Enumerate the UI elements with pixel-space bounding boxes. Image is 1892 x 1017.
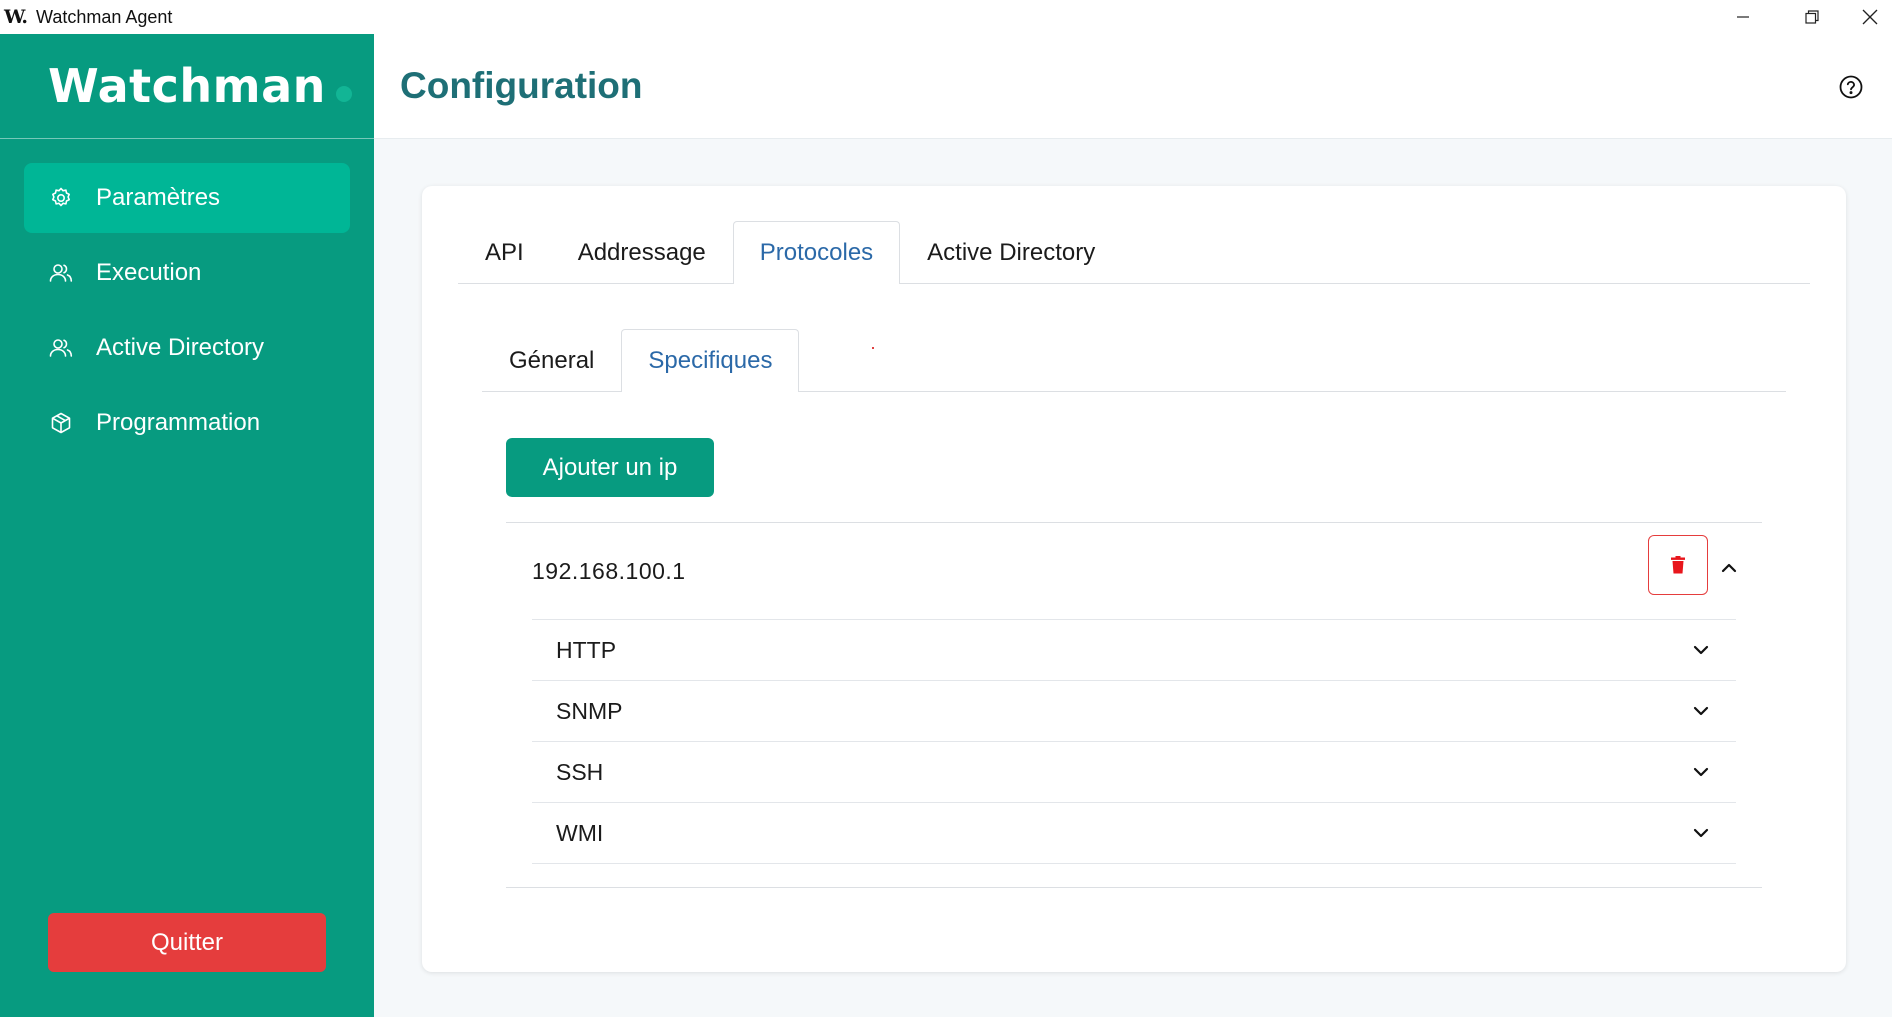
sidebar-nav: Paramètres Execution Active Directory Pr… bbox=[0, 163, 374, 458]
ip-accordion-header[interactable]: 192.168.100.1 bbox=[506, 523, 1762, 619]
help-circle-icon[interactable] bbox=[1838, 74, 1864, 100]
cube-icon bbox=[48, 410, 74, 436]
close-window-button[interactable] bbox=[1848, 0, 1892, 34]
sidebar-item-programmation[interactable]: Programmation bbox=[24, 388, 350, 458]
tab-protocoles[interactable]: Protocoles bbox=[732, 221, 901, 284]
sidebar-item-label: Programmation bbox=[96, 409, 261, 436]
protocol-label: WMI bbox=[556, 819, 604, 846]
chevron-down-icon bbox=[1690, 822, 1712, 844]
protocol-wmi[interactable]: WMI bbox=[532, 803, 1736, 864]
sidebar-item-active-directory[interactable]: Active Directory bbox=[24, 313, 350, 383]
restore-button[interactable] bbox=[1779, 0, 1845, 34]
ip-address: 192.168.100.1 bbox=[532, 557, 686, 584]
protocol-http[interactable]: HTTP bbox=[532, 620, 1736, 681]
stray-dot bbox=[872, 347, 874, 349]
add-ip-button[interactable]: Ajouter un ip bbox=[506, 438, 714, 497]
window-title: Watchman Agent bbox=[36, 6, 173, 27]
tab-general[interactable]: Géneral bbox=[482, 329, 621, 391]
ip-accordion-footer bbox=[506, 864, 1762, 888]
tab-addressage[interactable]: Addressage bbox=[551, 221, 733, 283]
protocol-list: HTTP SNMP SSH WMI bbox=[532, 619, 1736, 864]
protocol-snmp[interactable]: SNMP bbox=[532, 681, 1736, 742]
tab-api[interactable]: API bbox=[458, 221, 551, 283]
gear-icon bbox=[48, 185, 74, 211]
logo-dot bbox=[335, 86, 352, 102]
ip-accordion: 192.168.100.1 HTTP SNMP SSH WMI bbox=[506, 522, 1762, 888]
logo-text: Watchman bbox=[48, 59, 326, 113]
sidebar-item-execution[interactable]: Execution bbox=[24, 238, 350, 308]
chevron-down-icon bbox=[1690, 761, 1712, 783]
users-icon bbox=[48, 260, 74, 286]
window-titlebar: W. Watchman Agent bbox=[0, 0, 1892, 34]
page-header: Configuration bbox=[374, 34, 1892, 139]
sub-tabs: Géneral Specifiques bbox=[482, 329, 1786, 392]
sidebar-item-parametres[interactable]: Paramètres bbox=[24, 163, 350, 233]
main-tabs: API Addressage Protocoles Active Directo… bbox=[458, 221, 1810, 284]
sidebar: Watchman Paramètres Execution Active Dir… bbox=[0, 34, 374, 1017]
trash-icon bbox=[1671, 556, 1685, 574]
close-icon bbox=[1862, 9, 1878, 25]
page-title: Configuration bbox=[400, 65, 643, 106]
tab-specifiques[interactable]: Specifiques bbox=[621, 329, 800, 392]
sidebar-item-label: Active Directory bbox=[96, 334, 265, 361]
config-card: API Addressage Protocoles Active Directo… bbox=[422, 186, 1846, 972]
chevron-up-icon[interactable] bbox=[1718, 557, 1740, 579]
users-icon bbox=[48, 335, 74, 361]
quit-button[interactable]: Quitter bbox=[48, 913, 326, 972]
chevron-down-icon bbox=[1690, 639, 1712, 661]
sidebar-item-label: Execution bbox=[96, 259, 202, 286]
restore-icon bbox=[1805, 10, 1819, 24]
logo: Watchman bbox=[0, 34, 374, 139]
minimize-button[interactable] bbox=[1710, 0, 1776, 34]
protocol-label: SSH bbox=[556, 758, 604, 785]
minimize-icon bbox=[1737, 16, 1749, 18]
sidebar-item-label: Paramètres bbox=[96, 184, 221, 211]
protocol-label: HTTP bbox=[556, 636, 617, 663]
tab-active-directory[interactable]: Active Directory bbox=[900, 221, 1122, 283]
chevron-down-icon bbox=[1690, 700, 1712, 722]
delete-ip-button[interactable] bbox=[1648, 535, 1708, 595]
app-icon: W. bbox=[4, 6, 28, 28]
protocol-ssh[interactable]: SSH bbox=[532, 742, 1736, 803]
protocol-label: SNMP bbox=[556, 697, 623, 724]
